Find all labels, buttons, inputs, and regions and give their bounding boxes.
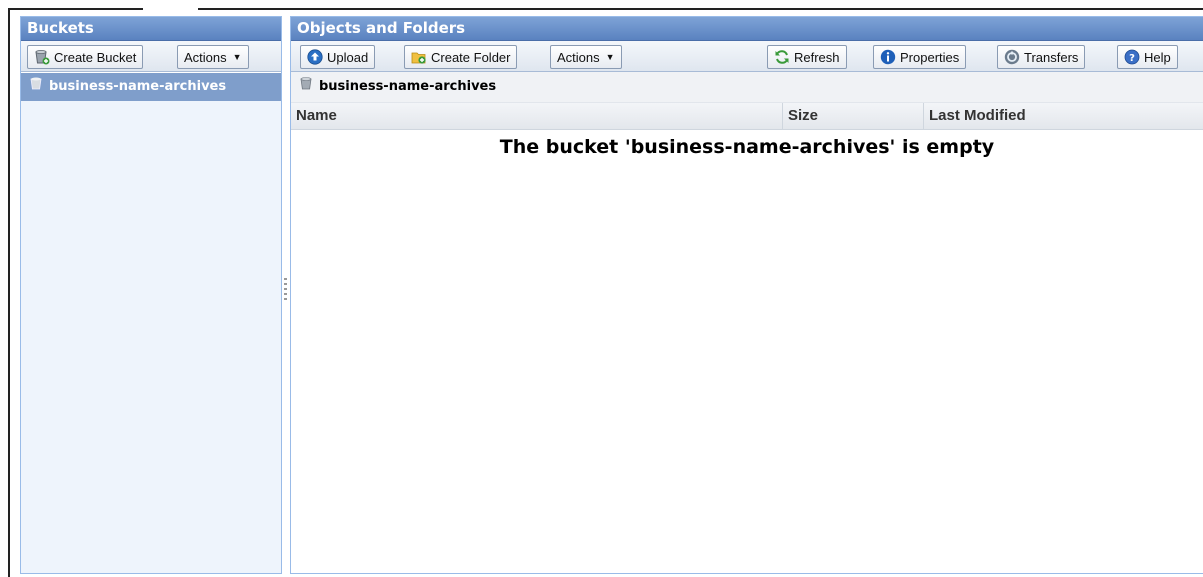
column-header-name[interactable]: Name [291,103,783,129]
create-folder-button[interactable]: Create Folder [404,45,518,69]
create-bucket-button[interactable]: Create Bucket [27,45,144,69]
objects-panel: Objects and Folders Upload Create Folder [290,16,1203,574]
create-folder-label: Create Folder [431,49,511,65]
column-header-size[interactable]: Size [783,103,924,129]
bucket-icon [299,72,313,102]
upload-button[interactable]: Upload [300,45,376,69]
buckets-panel: Buckets Create Bucket Actions ▼ business… [20,16,282,574]
upload-label: Upload [327,49,369,65]
empty-bucket-message: The bucket 'business-name-archives' is e… [499,136,995,158]
bucket-add-icon [34,49,50,65]
help-button[interactable]: ? Help [1117,45,1178,69]
chevron-down-icon: ▼ [232,52,242,62]
help-label: Help [1144,49,1171,65]
bucket-icon [29,73,43,101]
tab-gap [143,7,198,11]
svg-text:?: ? [1129,53,1135,64]
chevron-down-icon: ▼ [605,52,615,62]
help-icon: ? [1124,49,1140,65]
refresh-label: Refresh [794,49,840,65]
objects-actions-button[interactable]: Actions ▼ [550,45,622,69]
objects-panel-title: Objects and Folders [291,17,1203,41]
properties-label: Properties [900,49,960,65]
panel-splitter[interactable] [284,278,287,300]
transfers-label: Transfers [1024,49,1079,65]
info-icon [880,49,896,65]
transfers-icon [1004,49,1020,65]
objects-table-header: Name Size Last Modified [291,103,1203,130]
upload-arrow-icon [307,49,323,65]
properties-button[interactable]: Properties [873,45,967,69]
buckets-toolbar: Create Bucket Actions ▼ [21,41,281,72]
refresh-button[interactable]: Refresh [767,45,847,69]
objects-actions-label: Actions [557,49,600,65]
column-header-last-modified[interactable]: Last Modified [924,103,1203,129]
breadcrumb: business-name-archives [291,72,1203,103]
buckets-actions-button[interactable]: Actions ▼ [177,45,249,69]
buckets-actions-label: Actions [184,49,227,65]
refresh-icon [774,49,790,65]
bucket-name: business-name-archives [49,79,227,94]
bucket-list: business-name-archives [21,73,281,573]
breadcrumb-bucket-name[interactable]: business-name-archives [319,72,496,102]
folder-add-icon [411,49,427,65]
create-bucket-label: Create Bucket [54,49,137,65]
bucket-list-item[interactable]: business-name-archives [21,73,281,101]
objects-toolbar: Upload Create Folder Actions ▼ Refresh P… [291,41,1203,72]
buckets-panel-title: Buckets [21,17,281,41]
transfers-button[interactable]: Transfers [997,45,1086,69]
